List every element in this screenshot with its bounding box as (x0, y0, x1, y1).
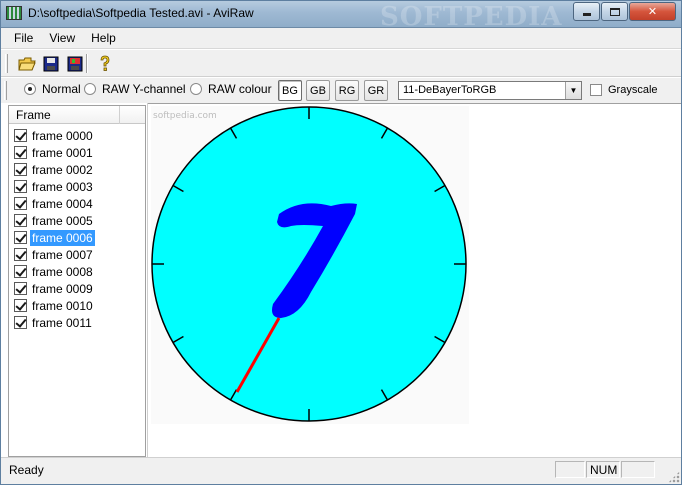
list-item[interactable]: frame 0006 (14, 229, 95, 246)
toolbar (0, 50, 682, 77)
frame-checkbox[interactable] (14, 265, 27, 278)
frame-header-label: Frame (16, 108, 51, 122)
chevron-down-icon[interactable]: ▼ (565, 82, 581, 99)
list-item[interactable]: frame 0001 (14, 144, 95, 161)
frame-label: frame 0005 (32, 213, 93, 228)
bayer-rg-button[interactable]: RG (335, 80, 359, 101)
save-icon (43, 56, 59, 71)
frame-label: frame 0011 (32, 315, 92, 330)
toolbar-separator (86, 54, 88, 73)
frame-checkbox[interactable] (14, 214, 27, 227)
open-folder-icon (18, 57, 36, 70)
frame-checkbox[interactable] (14, 231, 27, 244)
status-pane-num: NUM (586, 461, 620, 478)
frame-label: frame 0004 (32, 196, 93, 211)
menu-view[interactable]: View (41, 31, 83, 45)
menu-help[interactable]: Help (83, 31, 124, 45)
options-grip[interactable] (4, 81, 7, 100)
menu-file[interactable]: File (0, 31, 41, 45)
list-item[interactable]: frame 0005 (14, 212, 95, 229)
frame-list[interactable]: Frame frame 0000 frame 0001 frame 0002 fram… (8, 105, 146, 457)
toolbar-grip[interactable] (5, 54, 8, 73)
mode-raw-y-label: RAW Y-channel (102, 82, 186, 96)
frame-label: frame 0002 (32, 162, 93, 177)
minimize-icon (582, 13, 591, 16)
options-bar: Normal RAW Y-channel RAW colour BG GB RG… (0, 78, 682, 103)
softpedia-overlay: softpedia.com (153, 111, 217, 121)
list-item[interactable]: frame 0003 (14, 178, 95, 195)
open-button[interactable] (16, 53, 38, 74)
mode-raw-y-radio[interactable]: RAW Y-channel (84, 82, 186, 96)
radio-dot (190, 83, 202, 95)
frame-checkbox[interactable] (14, 248, 27, 261)
frame-checkbox[interactable] (14, 180, 27, 193)
bayer-bg-button[interactable]: BG (278, 80, 302, 101)
save-button[interactable] (40, 53, 62, 74)
checkbox-box (590, 84, 602, 96)
grayscale-checkbox[interactable]: Grayscale (590, 84, 658, 96)
debayer-method-select[interactable]: 11-DeBayerToRGB ▼ (398, 81, 582, 100)
radio-dot (84, 83, 96, 95)
frame-label: frame 0001 (32, 145, 93, 160)
radio-dot (24, 83, 36, 95)
list-item[interactable]: frame 0007 (14, 246, 95, 263)
frame-checkbox[interactable] (14, 163, 27, 176)
maximize-icon (609, 7, 620, 16)
list-item[interactable]: frame 0000 (14, 127, 95, 144)
frame-checkbox[interactable] (14, 146, 27, 159)
status-text: Ready (9, 463, 44, 477)
mode-normal-label: Normal (42, 82, 81, 96)
list-item[interactable]: frame 0009 (14, 280, 95, 297)
mode-raw-colour-radio[interactable]: RAW colour (190, 82, 272, 96)
save-frame-icon (67, 56, 83, 71)
frame-checkbox[interactable] (14, 282, 27, 295)
list-item[interactable]: frame 0004 (14, 195, 95, 212)
status-pane-scroll (621, 461, 655, 478)
close-icon: ✕ (647, 6, 658, 18)
list-item[interactable]: frame 0011 (14, 314, 94, 331)
minimize-button[interactable] (573, 2, 600, 21)
frame-label: frame 0009 (32, 281, 93, 296)
status-pane-caps (555, 461, 585, 478)
grayscale-label: Grayscale (608, 84, 658, 96)
bayer-gr-button[interactable]: GR (364, 80, 388, 101)
app-icon (6, 6, 22, 20)
frame-checkbox[interactable] (14, 299, 27, 312)
help-icon (100, 55, 110, 71)
frame-label: frame 0006 (30, 229, 95, 246)
mode-raw-colour-label: RAW colour (208, 82, 272, 96)
frame-preview: softpedia.com (151, 106, 469, 424)
title-bar: SOFTPEDIA D:\softpedia\Softpedia Tested.… (0, 0, 682, 32)
list-item[interactable]: frame 0002 (14, 161, 95, 178)
menu-bar: File View Help (0, 28, 682, 49)
frame-label: frame 0008 (32, 264, 93, 279)
help-button[interactable] (94, 53, 116, 74)
frame-checkbox[interactable] (14, 316, 27, 329)
column-divider[interactable] (119, 106, 120, 124)
list-item[interactable]: frame 0008 (14, 263, 95, 280)
frame-label: frame 0003 (32, 179, 93, 194)
frame-label: frame 0010 (32, 298, 93, 313)
list-item[interactable]: frame 0010 (14, 297, 95, 314)
frame-label: frame 0007 (32, 247, 93, 262)
resize-grip[interactable] (668, 471, 680, 483)
close-button[interactable]: ✕ (629, 2, 676, 21)
frame-label: frame 0000 (32, 128, 93, 143)
frame-checkbox[interactable] (14, 129, 27, 142)
maximize-button[interactable] (601, 2, 628, 21)
frame-column-header[interactable]: Frame (9, 106, 145, 124)
bayer-gb-button[interactable]: GB (306, 80, 330, 101)
clock-frame-image: softpedia.com (151, 106, 467, 422)
frame-checkbox[interactable] (14, 197, 27, 210)
mode-normal-radio[interactable]: Normal (24, 82, 81, 96)
debayer-method-value: 11-DeBayerToRGB (403, 84, 497, 96)
status-bar: Ready NUM (0, 457, 682, 485)
window-title: D:\softpedia\Softpedia Tested.avi - AviR… (28, 6, 254, 20)
save-frame-button[interactable] (64, 53, 86, 74)
